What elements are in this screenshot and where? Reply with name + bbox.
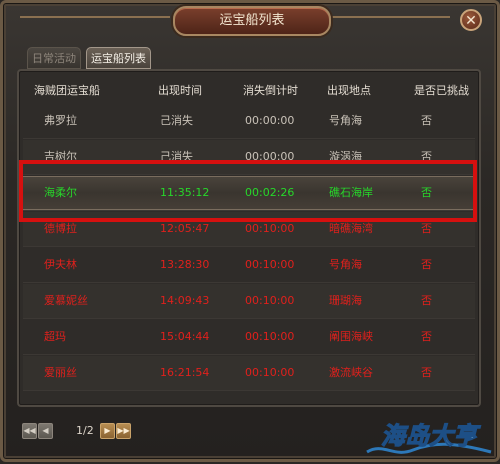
cell-appear-time: 11:35:12: [160, 186, 210, 199]
table-row[interactable]: 伊夫林 13:28:30 00:10:00 号角海 否: [23, 248, 475, 283]
table-row[interactable]: 爱丽丝 16:21:54 00:10:00 激流峡谷 否: [23, 356, 475, 391]
cell-ship-name: 爱慕妮丝: [44, 294, 88, 307]
page-indicator: 1/2: [76, 424, 94, 437]
close-icon: ✕: [465, 13, 477, 29]
cell-appear-time: 己消失: [160, 150, 193, 163]
table-row[interactable]: 弗罗拉 己消失 00:00:00 号角海 否: [23, 104, 475, 139]
cell-countdown: 00:10:00: [245, 366, 295, 379]
cell-challenged: 否: [421, 294, 432, 307]
column-header-appear-time: 出现时间: [158, 84, 202, 97]
cell-challenged: 否: [421, 150, 432, 163]
tab-treasure-ship-list[interactable]: 运宝船列表: [86, 47, 151, 69]
cell-appear-time: 15:04:44: [160, 330, 210, 343]
cell-ship-name: 爱丽丝: [44, 366, 77, 379]
cell-countdown: 00:00:00: [245, 150, 295, 163]
cell-countdown: 00:10:00: [245, 222, 295, 235]
cell-ship-name: 弗罗拉: [44, 114, 77, 127]
column-header-location: 出现地点: [327, 84, 371, 97]
tab-daily-activities[interactable]: 日常活动: [27, 47, 81, 69]
cell-appear-time: 16:21:54: [160, 366, 210, 379]
cell-location: 阐围海峡: [329, 330, 373, 343]
last-page-button[interactable]: ▶▶: [116, 423, 131, 439]
column-header-countdown: 消失倒计时: [243, 84, 298, 97]
game-logo: 海岛大亨: [363, 412, 495, 460]
cell-countdown: 00:10:00: [245, 258, 295, 271]
title-ornament-right: [330, 16, 450, 18]
cell-ship-name: 伊夫林: [44, 258, 77, 271]
last-page-icon: ▶▶: [117, 426, 130, 435]
cell-location: 漩涡海: [329, 150, 362, 163]
cell-appear-time: 13:28:30: [160, 258, 210, 271]
column-header-ship: 海贼团运宝船: [34, 84, 100, 97]
table-row[interactable]: 德博拉 12:05:47 00:10:00 暗礁海湾 否: [23, 212, 475, 247]
first-page-button[interactable]: ◀◀: [22, 423, 37, 439]
cell-countdown: 00:10:00: [245, 330, 295, 343]
cell-ship-name: 德博拉: [44, 222, 77, 235]
cell-challenged: 否: [421, 330, 432, 343]
cell-location: 号角海: [329, 114, 362, 127]
cell-appear-time: 14:09:43: [160, 294, 210, 307]
cell-countdown: 00:00:00: [245, 114, 295, 127]
cell-countdown: 00:02:26: [245, 186, 295, 199]
next-page-icon: ▶: [104, 426, 111, 435]
cell-ship-name: 超玛: [44, 330, 66, 343]
cell-location: 珊瑚海: [329, 294, 362, 307]
cell-ship-name: 海柔尔: [44, 186, 77, 199]
table-row[interactable]: 吉树尔 己消失 00:00:00 漩涡海 否: [23, 140, 475, 175]
cell-location: 礁石海岸: [329, 186, 373, 199]
cell-ship-name: 吉树尔: [44, 150, 77, 163]
cell-appear-time: 己消失: [160, 114, 193, 127]
cell-location: 激流峡谷: [329, 366, 373, 379]
cell-appear-time: 12:05:47: [160, 222, 210, 235]
table-row[interactable]: 爱慕妮丝 14:09:43 00:10:00 珊瑚海 否: [23, 284, 475, 319]
cell-challenged: 否: [421, 366, 432, 379]
logo-text: 海岛大亨: [381, 422, 481, 450]
cell-challenged: 否: [421, 114, 432, 127]
cell-challenged: 否: [421, 186, 432, 199]
table-row[interactable]: 海柔尔 11:35:12 00:02:26 礁石海岸 否: [23, 176, 475, 211]
prev-page-icon: ◀: [42, 426, 49, 435]
window-title: 运宝船列表: [173, 6, 331, 36]
close-button[interactable]: ✕: [460, 9, 482, 31]
title-ornament-left: [20, 16, 170, 18]
column-header-challenged: 是否已挑战: [414, 84, 469, 97]
first-page-icon: ◀◀: [23, 426, 36, 435]
prev-page-button[interactable]: ◀: [38, 423, 53, 439]
table-header: 海贼团运宝船 出现时间 消失倒计时 出现地点 是否已挑战: [21, 76, 477, 100]
cell-countdown: 00:10:00: [245, 294, 295, 307]
cell-location: 号角海: [329, 258, 362, 271]
table-row[interactable]: 超玛 15:04:44 00:10:00 阐围海峡 否: [23, 320, 475, 355]
cell-challenged: 否: [421, 258, 432, 271]
cell-challenged: 否: [421, 222, 432, 235]
next-page-button[interactable]: ▶: [100, 423, 115, 439]
logo-mark: 海岛大亨: [366, 421, 492, 454]
cell-location: 暗礁海湾: [329, 222, 373, 235]
